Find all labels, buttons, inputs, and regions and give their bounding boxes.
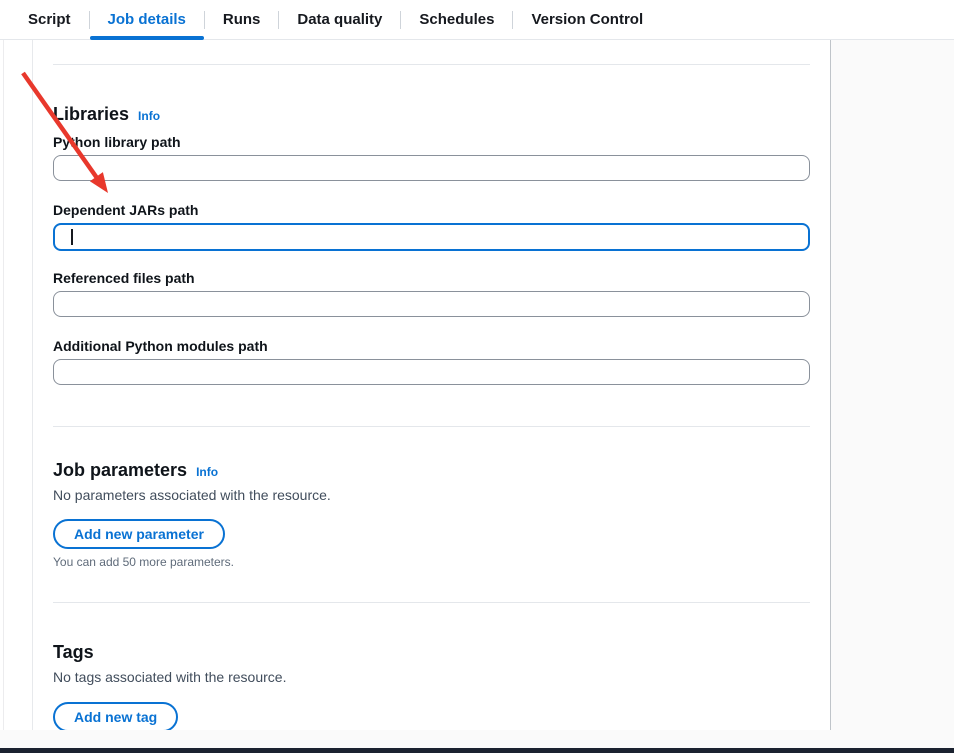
section-divider bbox=[53, 64, 810, 65]
additional-python-modules-path-wrap bbox=[53, 359, 810, 385]
tab-script[interactable]: Script bbox=[10, 0, 89, 39]
job-parameters-section-header: Job parameters Info bbox=[53, 459, 810, 481]
tags-empty-text: No tags associated with the resource. bbox=[53, 668, 810, 686]
libraries-info-link[interactable]: Info bbox=[138, 109, 160, 123]
job-parameters-empty-text: No parameters associated with the resour… bbox=[53, 486, 810, 504]
add-new-tag-button[interactable]: Add new tag bbox=[53, 702, 178, 730]
tab-label: Schedules bbox=[419, 11, 494, 28]
text-cursor bbox=[71, 229, 73, 245]
additional-python-modules-path-input[interactable] bbox=[53, 359, 810, 385]
python-library-path-wrap bbox=[53, 155, 810, 181]
add-new-parameter-button[interactable]: Add new parameter bbox=[53, 519, 225, 549]
dependent-jars-path-input[interactable] bbox=[53, 223, 810, 251]
referenced-files-path-wrap bbox=[53, 291, 810, 317]
tab-label: Version Control bbox=[531, 11, 643, 28]
libraries-heading: Libraries bbox=[53, 103, 129, 125]
python-library-path-input[interactable] bbox=[53, 155, 810, 181]
tab-schedules[interactable]: Schedules bbox=[401, 0, 512, 39]
referenced-files-path-input[interactable] bbox=[53, 291, 810, 317]
tags-section-header: Tags bbox=[53, 641, 810, 663]
tab-bar: Script Job details Runs Data quality Sch… bbox=[0, 0, 954, 40]
bottom-strip bbox=[0, 730, 954, 748]
dependent-jars-path-wrap bbox=[53, 223, 810, 251]
tags-heading: Tags bbox=[53, 641, 94, 663]
tab-version-control[interactable]: Version Control bbox=[513, 0, 661, 39]
job-parameters-hint-text: You can add 50 more parameters. bbox=[53, 554, 810, 570]
tab-runs[interactable]: Runs bbox=[205, 0, 279, 39]
libraries-section-header: Libraries Info bbox=[53, 103, 810, 125]
tab-label: Data quality bbox=[297, 11, 382, 28]
job-details-panel: Libraries Info Python library path Depen… bbox=[32, 40, 830, 730]
section-divider bbox=[53, 426, 810, 427]
additional-python-modules-path-label: Additional Python modules path bbox=[53, 337, 810, 355]
job-parameters-info-link[interactable]: Info bbox=[196, 465, 218, 479]
window-bottom-edge bbox=[0, 748, 954, 753]
tab-data-quality[interactable]: Data quality bbox=[279, 0, 400, 39]
job-parameters-heading: Job parameters bbox=[53, 459, 187, 481]
tab-job-details[interactable]: Job details bbox=[90, 0, 204, 39]
dependent-jars-path-label: Dependent JARs path bbox=[53, 201, 810, 219]
section-divider bbox=[53, 602, 810, 603]
window-left-edge bbox=[3, 40, 4, 730]
tab-label: Job details bbox=[108, 11, 186, 28]
tab-label: Script bbox=[28, 11, 71, 28]
tab-label: Runs bbox=[223, 11, 261, 28]
python-library-path-label: Python library path bbox=[53, 133, 810, 151]
referenced-files-path-label: Referenced files path bbox=[53, 269, 810, 287]
right-gutter bbox=[830, 40, 954, 748]
